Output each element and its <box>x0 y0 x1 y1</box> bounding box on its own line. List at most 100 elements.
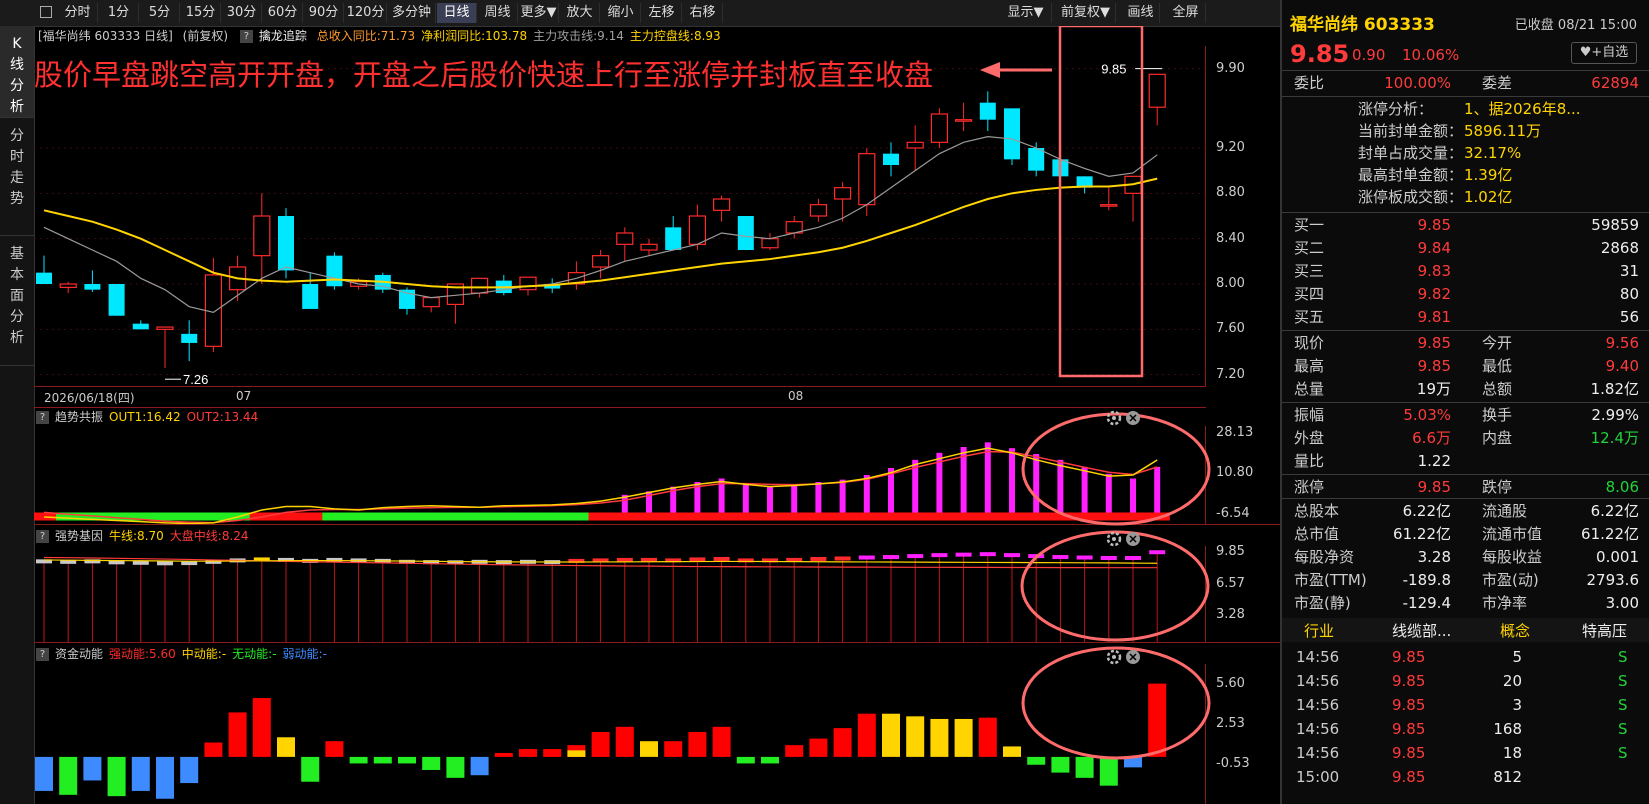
stat-value: 61.22亿 <box>1581 525 1639 543</box>
stat-value: 2793.6 <box>1586 571 1640 589</box>
stat-value: 6.6万 <box>1412 429 1451 447</box>
stat-label: 总额 <box>1482 380 1513 398</box>
stat-label: 现价 <box>1294 334 1325 352</box>
period-button[interactable]: 更多▼ <box>519 3 559 23</box>
industry-tab[interactable]: 特高压 <box>1582 620 1627 641</box>
stat-label: 换手 <box>1482 406 1513 424</box>
tick-volume: 812 <box>1493 768 1522 786</box>
stat-label: 量比 <box>1294 452 1325 470</box>
period-button[interactable]: 120分 <box>345 3 387 23</box>
bid-price: 9.85 <box>1417 216 1451 234</box>
tick-time: 15:00 <box>1296 768 1340 786</box>
stat-label: 市盈(静) <box>1294 594 1351 612</box>
tick-row: 14:56 9.85 20 S <box>1282 669 1649 693</box>
stat-label: 总股本 <box>1294 502 1340 520</box>
bid-row[interactable]: 买四 9.82 80 <box>1282 283 1649 306</box>
bid-volume: 80 <box>1619 285 1639 303</box>
divider <box>1282 212 1649 213</box>
tick-side: S <box>1618 648 1628 666</box>
tick-side: S <box>1618 696 1628 714</box>
divider <box>1282 330 1649 331</box>
stat-label: 内盘 <box>1482 429 1513 447</box>
period-button[interactable]: 日线 <box>437 3 477 23</box>
highlight-ellipse <box>1020 530 1210 642</box>
gear-icon[interactable] <box>1106 531 1122 547</box>
stat-value: -129.4 <box>1402 594 1451 612</box>
tick-time: 14:56 <box>1296 672 1340 690</box>
limit-info-value: 1.02亿 <box>1464 188 1513 206</box>
tab-fundamentals[interactable]: 基本面分析 <box>0 236 34 366</box>
stat-label: 每股净资 <box>1294 548 1355 566</box>
toolbar-right-button[interactable]: 前复权▼ <box>1056 3 1116 23</box>
period-button[interactable]: 90分 <box>304 3 344 23</box>
window-toggle-icon[interactable] <box>40 6 52 18</box>
add-favorite-button[interactable]: ♥+自选 <box>1571 42 1637 64</box>
industry-tab[interactable]: 行业 <box>1304 620 1334 641</box>
stat-value: 6.22亿 <box>1402 502 1451 520</box>
close-icon[interactable] <box>1126 650 1140 664</box>
bid-volume: 56 <box>1619 308 1639 326</box>
period-button[interactable]: 5分 <box>140 3 180 23</box>
divider <box>1282 402 1649 403</box>
stat-value: 8.06 <box>1605 478 1639 496</box>
limit-info-row: 涨停板成交额： 1.02亿 <box>1282 186 1649 208</box>
industry-tab[interactable]: 线缆部... <box>1392 620 1451 641</box>
close-icon[interactable] <box>1126 532 1140 546</box>
bid-row[interactable]: 买五 9.81 56 <box>1282 306 1649 329</box>
limit-info-value: 5896.11万 <box>1464 122 1542 140</box>
bid-volume: 31 <box>1619 262 1639 280</box>
tick-row: 14:56 9.85 5 S <box>1282 645 1649 669</box>
price-change: 0.90 <box>1352 46 1386 64</box>
bid-row[interactable]: 买二 9.84 2868 <box>1282 237 1649 260</box>
stat-value: 61.22亿 <box>1393 525 1451 543</box>
industry-tabs: 行业 线缆部... 概念 特高压 <box>1282 618 1649 642</box>
tab-kline-analysis[interactable]: K线分析 <box>0 26 34 118</box>
toolbar-right-button[interactable]: 显示▼ <box>1000 3 1052 23</box>
period-button[interactable]: 右移 <box>683 3 723 23</box>
limit-info-label: 涨停分析： <box>1358 100 1434 118</box>
period-button[interactable]: 周线 <box>478 3 518 23</box>
period-button[interactable]: 1分 <box>99 3 139 23</box>
divider <box>1282 96 1649 97</box>
stat-value: 1.22 <box>1417 452 1451 470</box>
period-button[interactable]: 左移 <box>642 3 682 23</box>
bid-label: 买二 <box>1294 239 1325 257</box>
period-button[interactable]: 60分 <box>263 3 303 23</box>
limit-info-value: 1.39亿 <box>1464 166 1513 184</box>
tab-intraday[interactable]: 分时走势 <box>0 118 34 236</box>
stat-label: 市盈(TTM) <box>1294 571 1367 589</box>
limit-info-value: 1、据2026年8... <box>1464 100 1581 118</box>
bid-row[interactable]: 买三 9.83 31 <box>1282 260 1649 283</box>
stat-value: 19万 <box>1416 380 1451 398</box>
tick-price: 9.85 <box>1392 672 1426 690</box>
tick-time: 14:56 <box>1296 696 1340 714</box>
period-button[interactable]: 15分 <box>181 3 221 23</box>
stat-value: 2.99% <box>1591 406 1639 424</box>
toolbar-right-button[interactable]: 全屏 <box>1166 3 1206 23</box>
stat-value: 1.82亿 <box>1590 380 1639 398</box>
stat-label: 涨停 <box>1294 478 1325 496</box>
bid-row[interactable]: 买一 9.85 59859 <box>1282 214 1649 237</box>
tick-row: 14:56 9.85 168 S <box>1282 717 1649 741</box>
toolbar-right-button[interactable]: 画线 <box>1122 3 1160 23</box>
limit-info-row: 涨停分析： 1、据2026年8... <box>1282 98 1649 120</box>
period-toolbar: 分时 1分 5分 15分 30分 60分 90分 120分 多分钟 日线 周线 更多▼ 放大 缩小 左移 右移… <box>0 0 1280 27</box>
gear-icon[interactable] <box>1106 649 1122 665</box>
stat-label: 外盘 <box>1294 429 1325 447</box>
period-button[interactable]: 缩小 <box>601 3 641 23</box>
tick-row: 14:56 9.85 3 S <box>1282 693 1649 717</box>
weicha-label: 委差 <box>1482 74 1513 92</box>
stat-row: 外盘 6.6万 内盘 12.4万 <box>1282 427 1649 450</box>
limit-info-row: 封单占成交量： 32.17% <box>1282 142 1649 164</box>
bid-volume: 59859 <box>1591 216 1639 234</box>
stat-label: 最低 <box>1482 357 1513 375</box>
period-button[interactable]: 多分钟 <box>388 3 436 23</box>
industry-tab[interactable]: 概念 <box>1500 620 1530 641</box>
period-button[interactable]: 放大 <box>560 3 600 23</box>
weibi-label: 委比 <box>1294 74 1325 92</box>
stat-value: 6.22亿 <box>1590 502 1639 520</box>
period-button[interactable]: 分时 <box>58 3 98 23</box>
period-button[interactable]: 30分 <box>222 3 262 23</box>
stat-value: -189.8 <box>1402 571 1451 589</box>
close-icon[interactable] <box>1126 411 1140 425</box>
